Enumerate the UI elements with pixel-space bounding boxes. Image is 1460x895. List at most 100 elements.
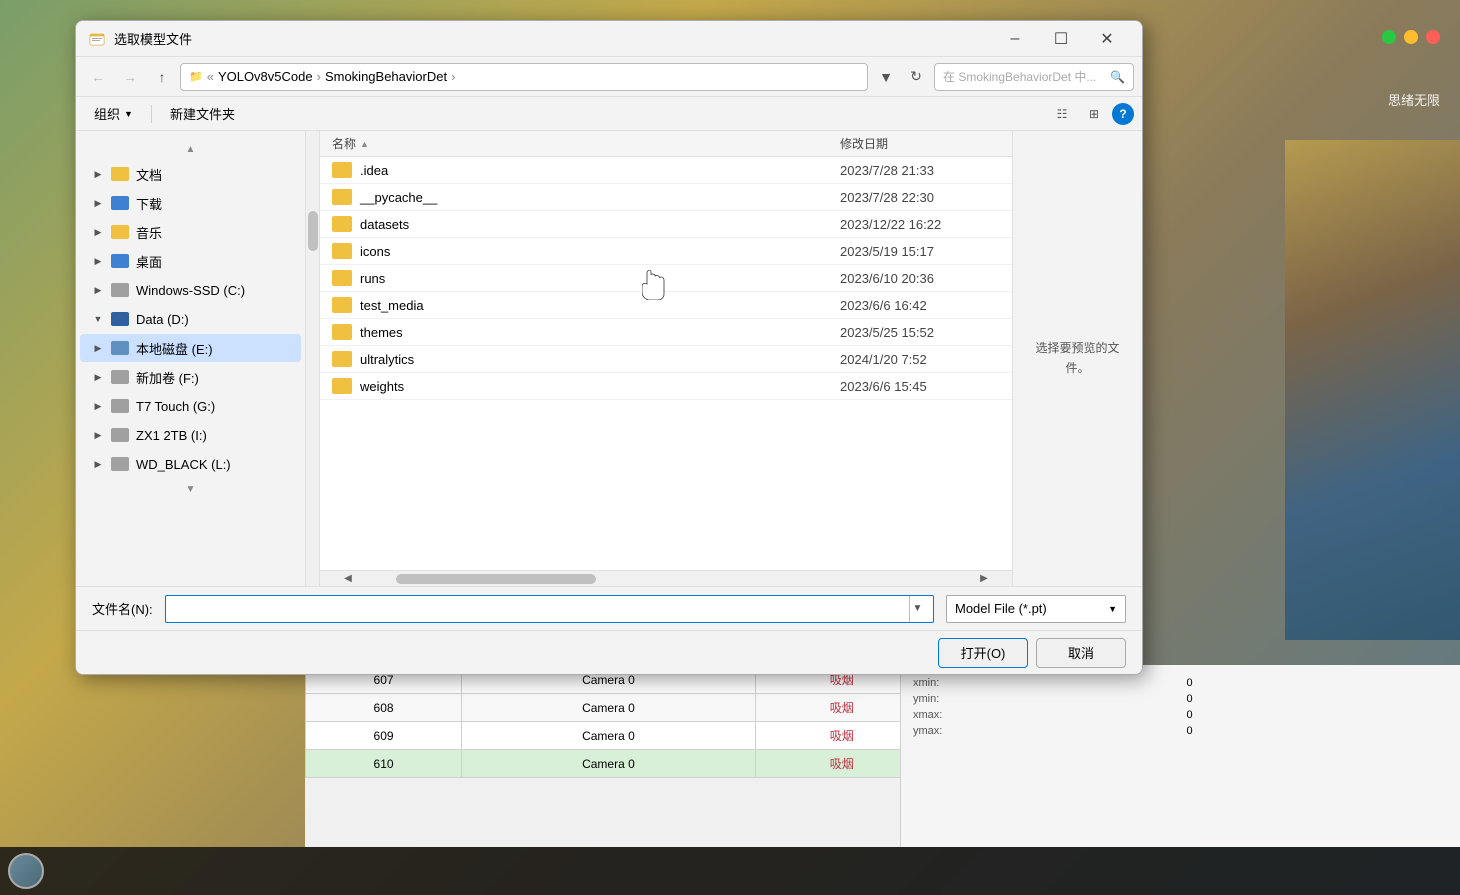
sidebar-label-windows-ssd: Windows-SSD (C:) (136, 283, 245, 298)
help-button[interactable]: ? (1112, 103, 1134, 125)
sidebar-scrollbar[interactable] (306, 131, 320, 586)
close-button[interactable]: ✕ (1084, 21, 1130, 57)
sidebar-item-data-d[interactable]: ▼Data (D:) (80, 305, 301, 333)
file-icon-8 (332, 378, 352, 394)
filename-label: 文件名(N): (92, 599, 153, 618)
toolbar-right: ☷ ⊞ ? (1048, 100, 1134, 128)
path-separator-1: « (207, 69, 214, 84)
scroll-left-btn[interactable]: ◀ (340, 571, 356, 587)
sidebar-chevron-local-e: ▶ (92, 342, 104, 354)
filename-input[interactable]: ▼ (165, 595, 934, 623)
filename-dropdown-btn[interactable]: ▼ (909, 596, 925, 622)
path-arrow: › (317, 69, 321, 84)
sidebar-item-downloads[interactable]: ▶ 下载 (80, 189, 301, 217)
sidebar-label-new-f: 新加卷 (F:) (136, 368, 199, 387)
address-path[interactable]: 📁 « YOLOv8v5Code › SmokingBehaviorDet › (180, 63, 868, 91)
filetype-select[interactable]: Model File (*.pt) ▼ (946, 595, 1126, 623)
refresh-button[interactable]: ↻ (902, 63, 930, 91)
new-folder-button[interactable]: 新建文件夹 (160, 101, 245, 127)
file-row-0[interactable]: .idea2023/7/28 21:33 (320, 157, 1012, 184)
preview-text: 选择要预览的文件。 (1025, 339, 1130, 377)
search-icon: 🔍 (1110, 70, 1125, 84)
filetype-label: Model File (*.pt) (955, 601, 1047, 616)
path-part-1: YOLOv8v5Code (218, 69, 313, 84)
maximize-button[interactable]: ☐ (1038, 21, 1084, 57)
sidebar-item-music[interactable]: ▶音乐 (80, 218, 301, 246)
organize-button[interactable]: 组织 ▼ (84, 101, 143, 127)
column-date[interactable]: 修改日期 (840, 135, 1000, 152)
horizontal-scrollbar[interactable]: ◀ ▶ (320, 570, 1012, 586)
sidebar-scroll-thumb (308, 211, 318, 251)
sidebar-container: ▲▶文档▶下载▶音乐▶桌面▶Windows-SSD (C:)▼Data (D:)… (76, 131, 306, 586)
column-name[interactable]: 名称 ▲ (332, 135, 840, 152)
new-folder-label: 新建文件夹 (170, 104, 235, 123)
sidebar-icon-local-e (110, 338, 130, 358)
taskbar-avatar[interactable] (8, 853, 44, 889)
file-name-1: __pycache__ (360, 190, 840, 205)
search-box[interactable]: 在 SmokingBehaviorDet 中... 🔍 (934, 63, 1134, 91)
sidebar-icon-data-d (110, 309, 130, 329)
sidebar-chevron-desktop: ▶ (92, 255, 104, 267)
file-icon-4 (332, 270, 352, 286)
traffic-light-green (1382, 30, 1396, 44)
sidebar-icon-desktop (110, 251, 130, 271)
dropdown-button[interactable]: ▼ (872, 63, 900, 91)
file-row-5[interactable]: test_media2023/6/6 16:42 (320, 292, 1012, 319)
address-bar: ← → ↑ 📁 « YOLOv8v5Code › SmokingBehavior… (76, 57, 1142, 97)
open-button[interactable]: 打开(O) (938, 638, 1028, 668)
sidebar-icon-documents (110, 164, 130, 184)
sidebar-item-local-e[interactable]: ▶本地磁盘 (E:) (80, 334, 301, 362)
file-icon-2 (332, 216, 352, 232)
preview-panel: 选择要预览的文件。 (1012, 131, 1142, 586)
file-row-4[interactable]: runs2023/6/10 20:36 (320, 265, 1012, 292)
action-bar: 打开(O) 取消 (76, 630, 1142, 674)
sidebar-item-zx1-i[interactable]: ▶ZX1 2TB (I:) (80, 421, 301, 449)
sidebar-icon-windows-ssd (110, 280, 130, 300)
sidebar-item-wd-black-l[interactable]: ▶WD_BLACK (L:) (80, 450, 301, 478)
sidebar-item-documents[interactable]: ▶文档 (80, 160, 301, 188)
file-row-7[interactable]: ultralytics2024/1/20 7:52 (320, 346, 1012, 373)
coord-panel: xmin: 0 ymin: 0 xmax: 0 ymax: 0 (900, 665, 1460, 847)
file-icon-6 (332, 324, 352, 340)
sidebar-scroll-down[interactable]: ▼ (76, 479, 305, 499)
file-date-7: 2024/1/20 7:52 (840, 352, 1000, 367)
column-date-label: 修改日期 (840, 137, 888, 151)
cancel-button[interactable]: 取消 (1036, 638, 1126, 668)
sidebar-item-t7-g[interactable]: ▶T7 Touch (G:) (80, 392, 301, 420)
file-row-6[interactable]: themes2023/5/25 15:52 (320, 319, 1012, 346)
sidebar-label-music: 音乐 (136, 223, 162, 242)
sidebar-chevron-downloads: ▶ (92, 197, 104, 209)
sidebar-icon-new-f (110, 367, 130, 387)
up-button[interactable]: ↑ (148, 63, 176, 91)
decorative-image (1285, 140, 1460, 640)
file-row-2[interactable]: datasets2023/12/22 16:22 (320, 211, 1012, 238)
sidebar-label-desktop: 桌面 (136, 252, 162, 271)
forward-button[interactable]: → (116, 63, 144, 91)
file-icon-7 (332, 351, 352, 367)
back-button[interactable]: ← (84, 63, 112, 91)
scrollbar-track[interactable] (356, 574, 976, 584)
file-row-1[interactable]: __pycache__2023/7/28 22:30 (320, 184, 1012, 211)
file-row-3[interactable]: icons2023/5/19 15:17 (320, 238, 1012, 265)
sidebar-scroll-up[interactable]: ▲ (76, 139, 305, 159)
file-dialog: 选取模型文件 – ☐ ✕ ← → ↑ 📁 « YOLOv8v5Code › Sm… (75, 20, 1143, 675)
file-date-3: 2023/5/19 15:17 (840, 244, 1000, 259)
sidebar-label-downloads: 下载 (136, 194, 162, 213)
file-name-3: icons (360, 244, 840, 259)
cancel-label: 取消 (1068, 643, 1094, 662)
minimize-button[interactable]: – (992, 21, 1038, 57)
file-list: .idea2023/7/28 21:33__pycache__2023/7/28… (320, 157, 1012, 570)
sidebar-icon-music (110, 222, 130, 242)
view-list-button[interactable]: ☷ (1048, 100, 1076, 128)
scroll-right-btn[interactable]: ▶ (976, 571, 992, 587)
sidebar-item-windows-ssd[interactable]: ▶Windows-SSD (C:) (80, 276, 301, 304)
sidebar-chevron-zx1-i: ▶ (92, 429, 104, 441)
file-date-8: 2023/6/6 15:45 (840, 379, 1000, 394)
sidebar-item-desktop[interactable]: ▶ 桌面 (80, 247, 301, 275)
view-toggle-button[interactable]: ⊞ (1080, 100, 1108, 128)
file-date-5: 2023/6/6 16:42 (840, 298, 1000, 313)
sidebar-item-new-f[interactable]: ▶新加卷 (F:) (80, 363, 301, 391)
traffic-light-yellow (1404, 30, 1418, 44)
filename-bar: 文件名(N): ▼ Model File (*.pt) ▼ (76, 586, 1142, 630)
file-row-8[interactable]: weights2023/6/6 15:45 (320, 373, 1012, 400)
